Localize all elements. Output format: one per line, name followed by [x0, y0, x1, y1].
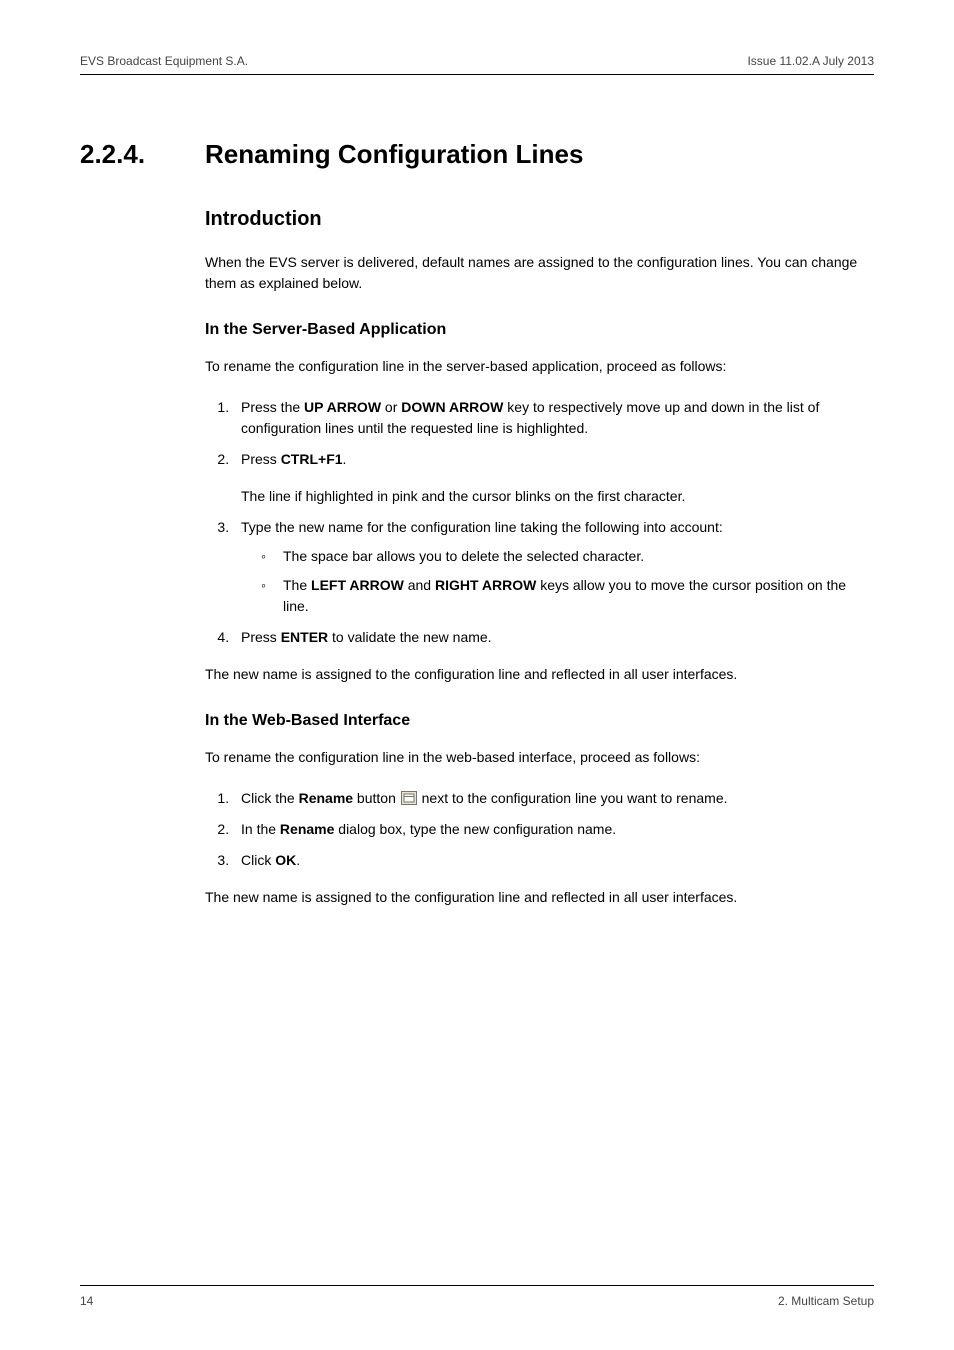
header-left: EVS Broadcast Equipment S.A.: [80, 52, 248, 70]
server-step-2: Press CTRL+F1.: [233, 449, 874, 470]
section-heading: 2.2.4. Renaming Configuration Lines: [80, 135, 874, 174]
server-steps-cont: Type the new name for the configuration …: [205, 517, 874, 648]
header-bar: EVS Broadcast Equipment S.A. Issue 11.02…: [80, 52, 874, 75]
server-lead: To rename the configuration line in the …: [205, 356, 874, 377]
server-heading: In the Server-Based Application: [205, 318, 874, 342]
rename-label: Rename: [280, 821, 334, 837]
kbd-up-arrow: UP ARROW: [304, 399, 381, 415]
rename-icon: [401, 791, 417, 805]
text: Click the: [241, 790, 299, 806]
text: .: [343, 451, 347, 467]
text: Type the new name for the configuration …: [241, 519, 723, 535]
text: button: [353, 790, 400, 806]
server-steps: Press the UP ARROW or DOWN ARROW key to …: [205, 397, 874, 470]
text: Press: [241, 629, 281, 645]
server-closing: The new name is assigned to the configur…: [205, 664, 874, 685]
text: The: [283, 577, 311, 593]
text: and: [404, 577, 435, 593]
web-lead: To rename the configuration line in the …: [205, 747, 874, 768]
text: dialog box, type the new configuration n…: [334, 821, 616, 837]
rename-label: Rename: [299, 790, 353, 806]
section-number: 2.2.4.: [80, 135, 205, 174]
server-step-4: Press ENTER to validate the new name.: [233, 627, 874, 648]
kbd-down-arrow: DOWN ARROW: [401, 399, 503, 415]
page-number: 14: [80, 1292, 93, 1310]
content-area: Introduction When the EVS server is deli…: [205, 204, 874, 908]
kbd-ctrl-f1: CTRL+F1: [281, 451, 343, 467]
text: Press: [241, 451, 281, 467]
footer-bar: 14 2. Multicam Setup: [80, 1285, 874, 1310]
web-heading: In the Web-Based Interface: [205, 709, 874, 733]
server-step-3-sub1: The space bar allows you to delete the s…: [261, 546, 874, 567]
intro-heading: Introduction: [205, 204, 874, 234]
text: or: [381, 399, 401, 415]
web-step-2: In the Rename dialog box, type the new c…: [233, 819, 874, 840]
web-step-3: Click OK.: [233, 850, 874, 871]
intro-paragraph: When the EVS server is delivered, defaul…: [205, 252, 874, 294]
text: Click: [241, 852, 275, 868]
kbd-left-arrow: LEFT ARROW: [311, 577, 404, 593]
text: to validate the new name.: [328, 629, 491, 645]
text: Press the: [241, 399, 304, 415]
section-title: Renaming Configuration Lines: [205, 135, 583, 174]
text: .: [296, 852, 300, 868]
web-step-1: Click the Rename button next to the conf…: [233, 788, 874, 809]
web-steps: Click the Rename button next to the conf…: [205, 788, 874, 871]
text: In the: [241, 821, 280, 837]
web-closing: The new name is assigned to the configur…: [205, 887, 874, 908]
ok-label: OK: [275, 852, 296, 868]
server-step-2-note: The line if highlighted in pink and the …: [241, 486, 874, 507]
text: next to the configuration line you want …: [418, 790, 728, 806]
server-step-3: Type the new name for the configuration …: [233, 517, 874, 617]
server-step-1: Press the UP ARROW or DOWN ARROW key to …: [233, 397, 874, 439]
kbd-right-arrow: RIGHT ARROW: [435, 577, 536, 593]
server-step-3-sublist: The space bar allows you to delete the s…: [241, 546, 874, 617]
page: EVS Broadcast Equipment S.A. Issue 11.02…: [0, 0, 954, 1350]
server-step-3-sub2: The LEFT ARROW and RIGHT ARROW keys allo…: [261, 575, 874, 617]
kbd-enter: ENTER: [281, 629, 328, 645]
header-right: Issue 11.02.A July 2013: [747, 52, 874, 70]
footer-right: 2. Multicam Setup: [778, 1292, 874, 1310]
